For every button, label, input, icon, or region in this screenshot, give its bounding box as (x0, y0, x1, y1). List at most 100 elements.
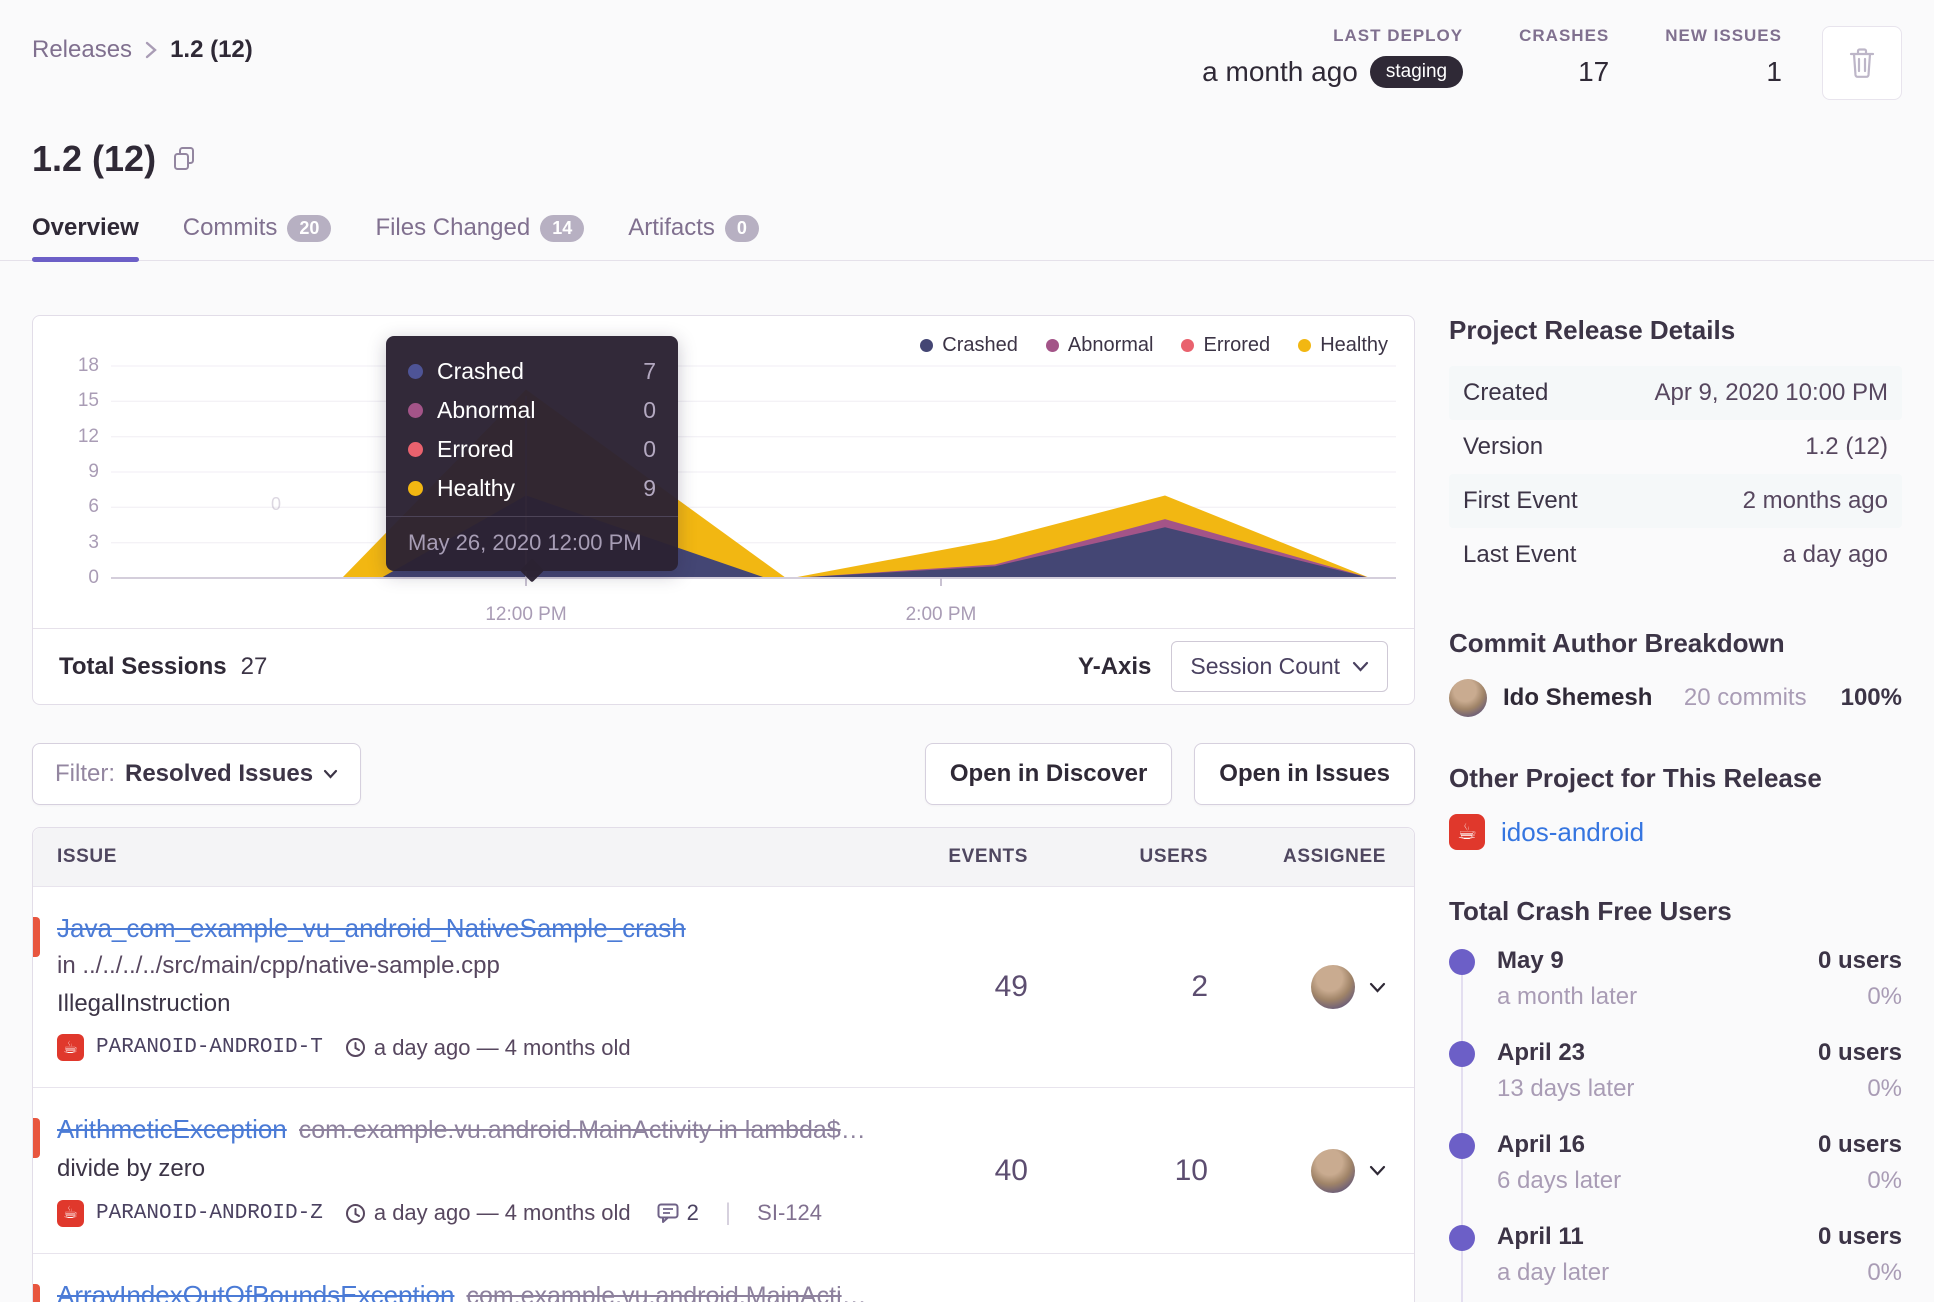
table-row[interactable]: ArrayIndexOutOfBoundsException com.examp… (33, 1253, 1414, 1302)
table-row[interactable]: Java_com_example_vu_android_NativeSample… (33, 886, 1414, 1087)
delete-release-button[interactable] (1822, 26, 1902, 100)
assignee-avatar[interactable] (1311, 965, 1355, 1009)
timeline-date: April 16 (1497, 1131, 1586, 1158)
chevron-down-icon[interactable] (1369, 1165, 1386, 1176)
copy-icon[interactable] (172, 146, 196, 172)
tab-commits[interactable]: Commits 20 (183, 214, 332, 260)
chevron-down-icon[interactable] (1369, 982, 1386, 993)
x-tick-noon: 12:00 PM (485, 604, 567, 625)
crash-free-users-section: Total Crash Free Users May 9 0 users a mo… (1449, 896, 1902, 1302)
crashed-dot (920, 339, 934, 352)
healthy-dot (1298, 339, 1312, 352)
section-title: Commit Author Breakdown (1449, 628, 1785, 658)
tabs-divider (0, 260, 1934, 261)
comment-icon (657, 1203, 679, 1223)
timeline-dot (1449, 1225, 1475, 1251)
page-title: 1.2 (12) (32, 138, 157, 179)
java-platform-icon: ☕ (1449, 814, 1485, 850)
other-project-section: Other Project for This Release ☕ idos-an… (1449, 763, 1902, 850)
clock-icon (345, 1037, 366, 1058)
breadcrumb: Releases 1.2 (12) (32, 26, 253, 64)
issue-title-link[interactable]: ArithmeticException (57, 1114, 287, 1145)
legend-label: Healthy (1320, 334, 1388, 356)
chart-tooltip: Crashed 7 Abnormal 0 Errored 0 Healthy 9… (386, 336, 678, 571)
tooltip-label: Crashed (437, 358, 524, 384)
issue-location: in ../../../../src/main/cpp/native-sampl… (57, 952, 500, 979)
y-axis-select[interactable]: Session Count (1171, 641, 1388, 692)
legend-item-errored[interactable]: Errored (1181, 334, 1270, 357)
abnormal-dot (1045, 339, 1059, 352)
timeline-dot (1449, 1133, 1475, 1159)
legend-item-crashed[interactable]: Crashed (920, 334, 1018, 357)
events-count: 40 (994, 1153, 1028, 1187)
crash-free-timeline: May 9 0 users a month later 0% April 23 0 u… (1449, 947, 1902, 1302)
tab-artifacts[interactable]: Artifacts 0 (628, 214, 759, 260)
crashes-value: 17 (1578, 56, 1610, 87)
tooltip-row-abnormal: Abnormal 0 (408, 391, 656, 430)
tooltip-value: 7 (643, 358, 656, 384)
tab-count-badge: 20 (287, 214, 332, 242)
issue-short-id: SI-124 (757, 1200, 822, 1225)
issues-table-header: ISSUE EVENTS USERS ASSIGNEE (33, 828, 1414, 886)
y-tick: 6 (88, 496, 99, 517)
tooltip-value: 9 (643, 475, 656, 501)
detail-key: Version (1463, 433, 1544, 460)
open-in-issues-button[interactable]: Open in Issues (1194, 743, 1415, 805)
y-axis-labels: 18 15 12 9 6 3 0 (33, 355, 99, 588)
tooltip-label: Errored (437, 436, 514, 462)
faint-zero-label: 0 (271, 494, 282, 514)
resolved-indicator-bar (33, 1284, 40, 1302)
y-axis-label: Y-Axis (1078, 652, 1152, 680)
comment-count: 2 (686, 1200, 699, 1225)
issue-culprit: com.example.vu.android.MainActiv… (466, 1282, 878, 1302)
chevron-right-icon (144, 39, 158, 61)
last-deploy-value: a month ago (1202, 56, 1358, 87)
timeline-item: April 16 0 users 6 days later 0% (1449, 1131, 1902, 1195)
chart-svg (111, 365, 1396, 586)
issue-age: a day ago — 4 months old (373, 1200, 631, 1225)
chart-legend: Crashed Abnormal Errored Healthy (920, 334, 1388, 357)
tooltip-value: 0 (643, 397, 656, 423)
chart-footer: Total Sessions 27 Y-Axis Session Count (33, 628, 1414, 704)
tab-files-changed[interactable]: Files Changed 14 (375, 214, 585, 260)
legend-item-healthy[interactable]: Healthy (1298, 334, 1388, 357)
detail-key: Last Event (1463, 541, 1577, 568)
meta-divider: | (724, 1199, 732, 1226)
assignee-avatar[interactable] (1311, 1148, 1355, 1193)
total-sessions-value: 27 (240, 652, 268, 680)
tab-label: Files Changed (375, 214, 531, 241)
y-tick: 15 (77, 390, 99, 411)
issues-filter-dropdown[interactable]: Filter: Resolved Issues (32, 743, 362, 805)
author-percent: 100% (1840, 684, 1902, 711)
tab-overview[interactable]: Overview (32, 214, 139, 262)
issue-title-link[interactable]: Java_com_example_vu_android_NativeSample… (57, 913, 686, 944)
users-count: 10 (1174, 1153, 1208, 1187)
stacked-area-chart[interactable] (111, 365, 1396, 586)
timeline-users: 0 users (1817, 1131, 1902, 1158)
page-header: Releases 1.2 (12) LAST DEPLOY a month ag… (32, 0, 1902, 100)
author-avatar (1449, 679, 1487, 717)
tab-label: Overview (32, 214, 139, 241)
legend-item-abnormal[interactable]: Abnormal (1045, 334, 1153, 357)
users-count: 2 (1191, 970, 1208, 1003)
issue-age: a day ago — 4 months old (373, 1034, 631, 1060)
legend-label: Crashed (942, 334, 1018, 356)
other-project-link[interactable]: idos-android (1501, 817, 1644, 848)
open-in-discover-button[interactable]: Open in Discover (924, 743, 1173, 805)
staging-env-badge[interactable]: staging (1369, 56, 1464, 88)
issue-title-link[interactable]: ArrayIndexOutOfBoundsException (57, 1280, 454, 1302)
resolved-indicator-bar (33, 1118, 40, 1158)
resolved-indicator-bar (33, 917, 40, 957)
stat-label: LAST DEPLOY (1333, 26, 1464, 45)
timeline-users: 0 users (1817, 1039, 1902, 1066)
y-axis-selected-value: Session Count (1190, 653, 1340, 679)
release-overview-page: Releases 1.2 (12) LAST DEPLOY a month ag… (0, 0, 1934, 1302)
table-row[interactable]: ArithmeticException com.example.vu.andro… (33, 1087, 1414, 1253)
tab-count-badge: 0 (724, 214, 759, 242)
tooltip-row-errored: Errored 0 (408, 430, 656, 469)
tooltip-date: May 26, 2020 12:00 PM (386, 516, 678, 571)
filter-selected-value: Resolved Issues (125, 760, 314, 787)
breadcrumb-releases-link[interactable]: Releases (32, 36, 132, 64)
stat-label: NEW ISSUES (1665, 26, 1782, 45)
timeline-percent: 0% (1867, 1075, 1902, 1102)
